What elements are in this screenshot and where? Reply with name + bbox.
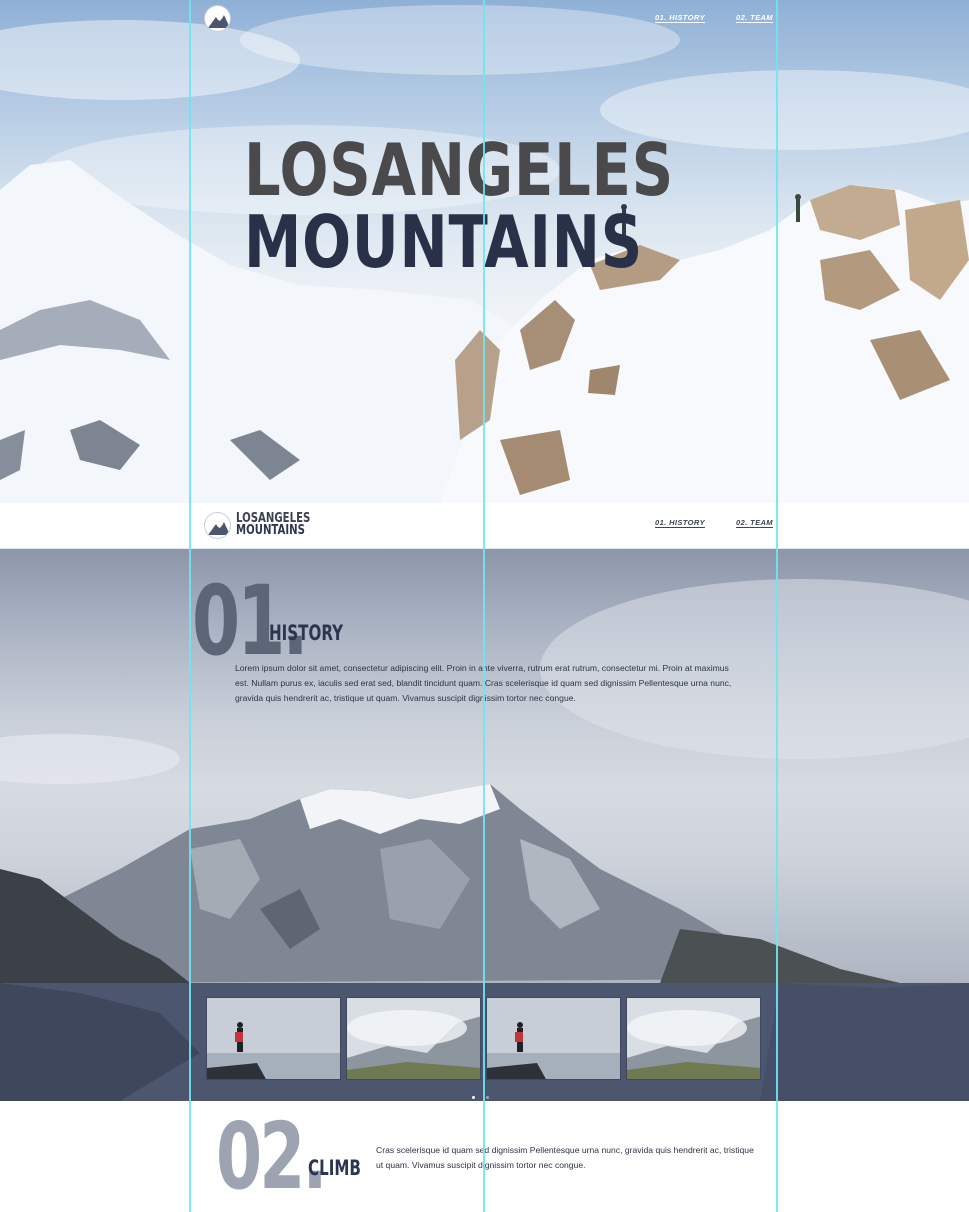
pager-dot[interactable]: [486, 1096, 489, 1099]
section-body-text: Cras scelerisque id quam sed dignissim P…: [376, 1145, 754, 1170]
gallery-pager: [472, 1086, 500, 1101]
gallery-thumb[interactable]: [206, 997, 341, 1080]
hiker-on-cliff-photo: [207, 998, 340, 1079]
layout-guide-line: [483, 0, 485, 1212]
nav-team-link[interactable]: 02. TEAM: [736, 518, 773, 527]
section-title: HISTORY: [269, 621, 344, 645]
brand-line2: MOUNTAINS: [236, 523, 305, 538]
gallery-thumb[interactable]: [486, 997, 621, 1080]
layout-guide-line: [189, 0, 191, 1212]
layout-guide-line: [776, 0, 778, 1212]
gallery-thumb[interactable]: [346, 997, 481, 1080]
mountain-logo-icon[interactable]: [204, 512, 231, 539]
pager-dot[interactable]: [472, 1096, 475, 1099]
misty-valley-photo: [347, 998, 480, 1079]
hero-title-line2: MOUNTAINS: [244, 206, 643, 276]
brand-name[interactable]: LOSANGELES MOUNTAINS: [236, 512, 310, 538]
gallery-thumb[interactable]: [626, 997, 761, 1080]
misty-valley-photo: [627, 998, 760, 1079]
mountain-logo-icon[interactable]: [204, 5, 231, 32]
hero-title-line1: LOSANGELES: [244, 128, 675, 212]
section-body-text: Lorem ipsum dolor sit amet, consectetur …: [235, 663, 732, 703]
nav-history-link[interactable]: 01. HISTORY: [655, 518, 705, 527]
section-title: CLIMB: [308, 1156, 361, 1180]
hiker-on-cliff-photo: [487, 998, 620, 1079]
hero-title: LOSANGELES MOUNTAINS: [244, 134, 674, 276]
nav-history-link[interactable]: 01. HISTORY: [655, 13, 705, 22]
nav-team-link[interactable]: 02. TEAM: [736, 13, 773, 22]
